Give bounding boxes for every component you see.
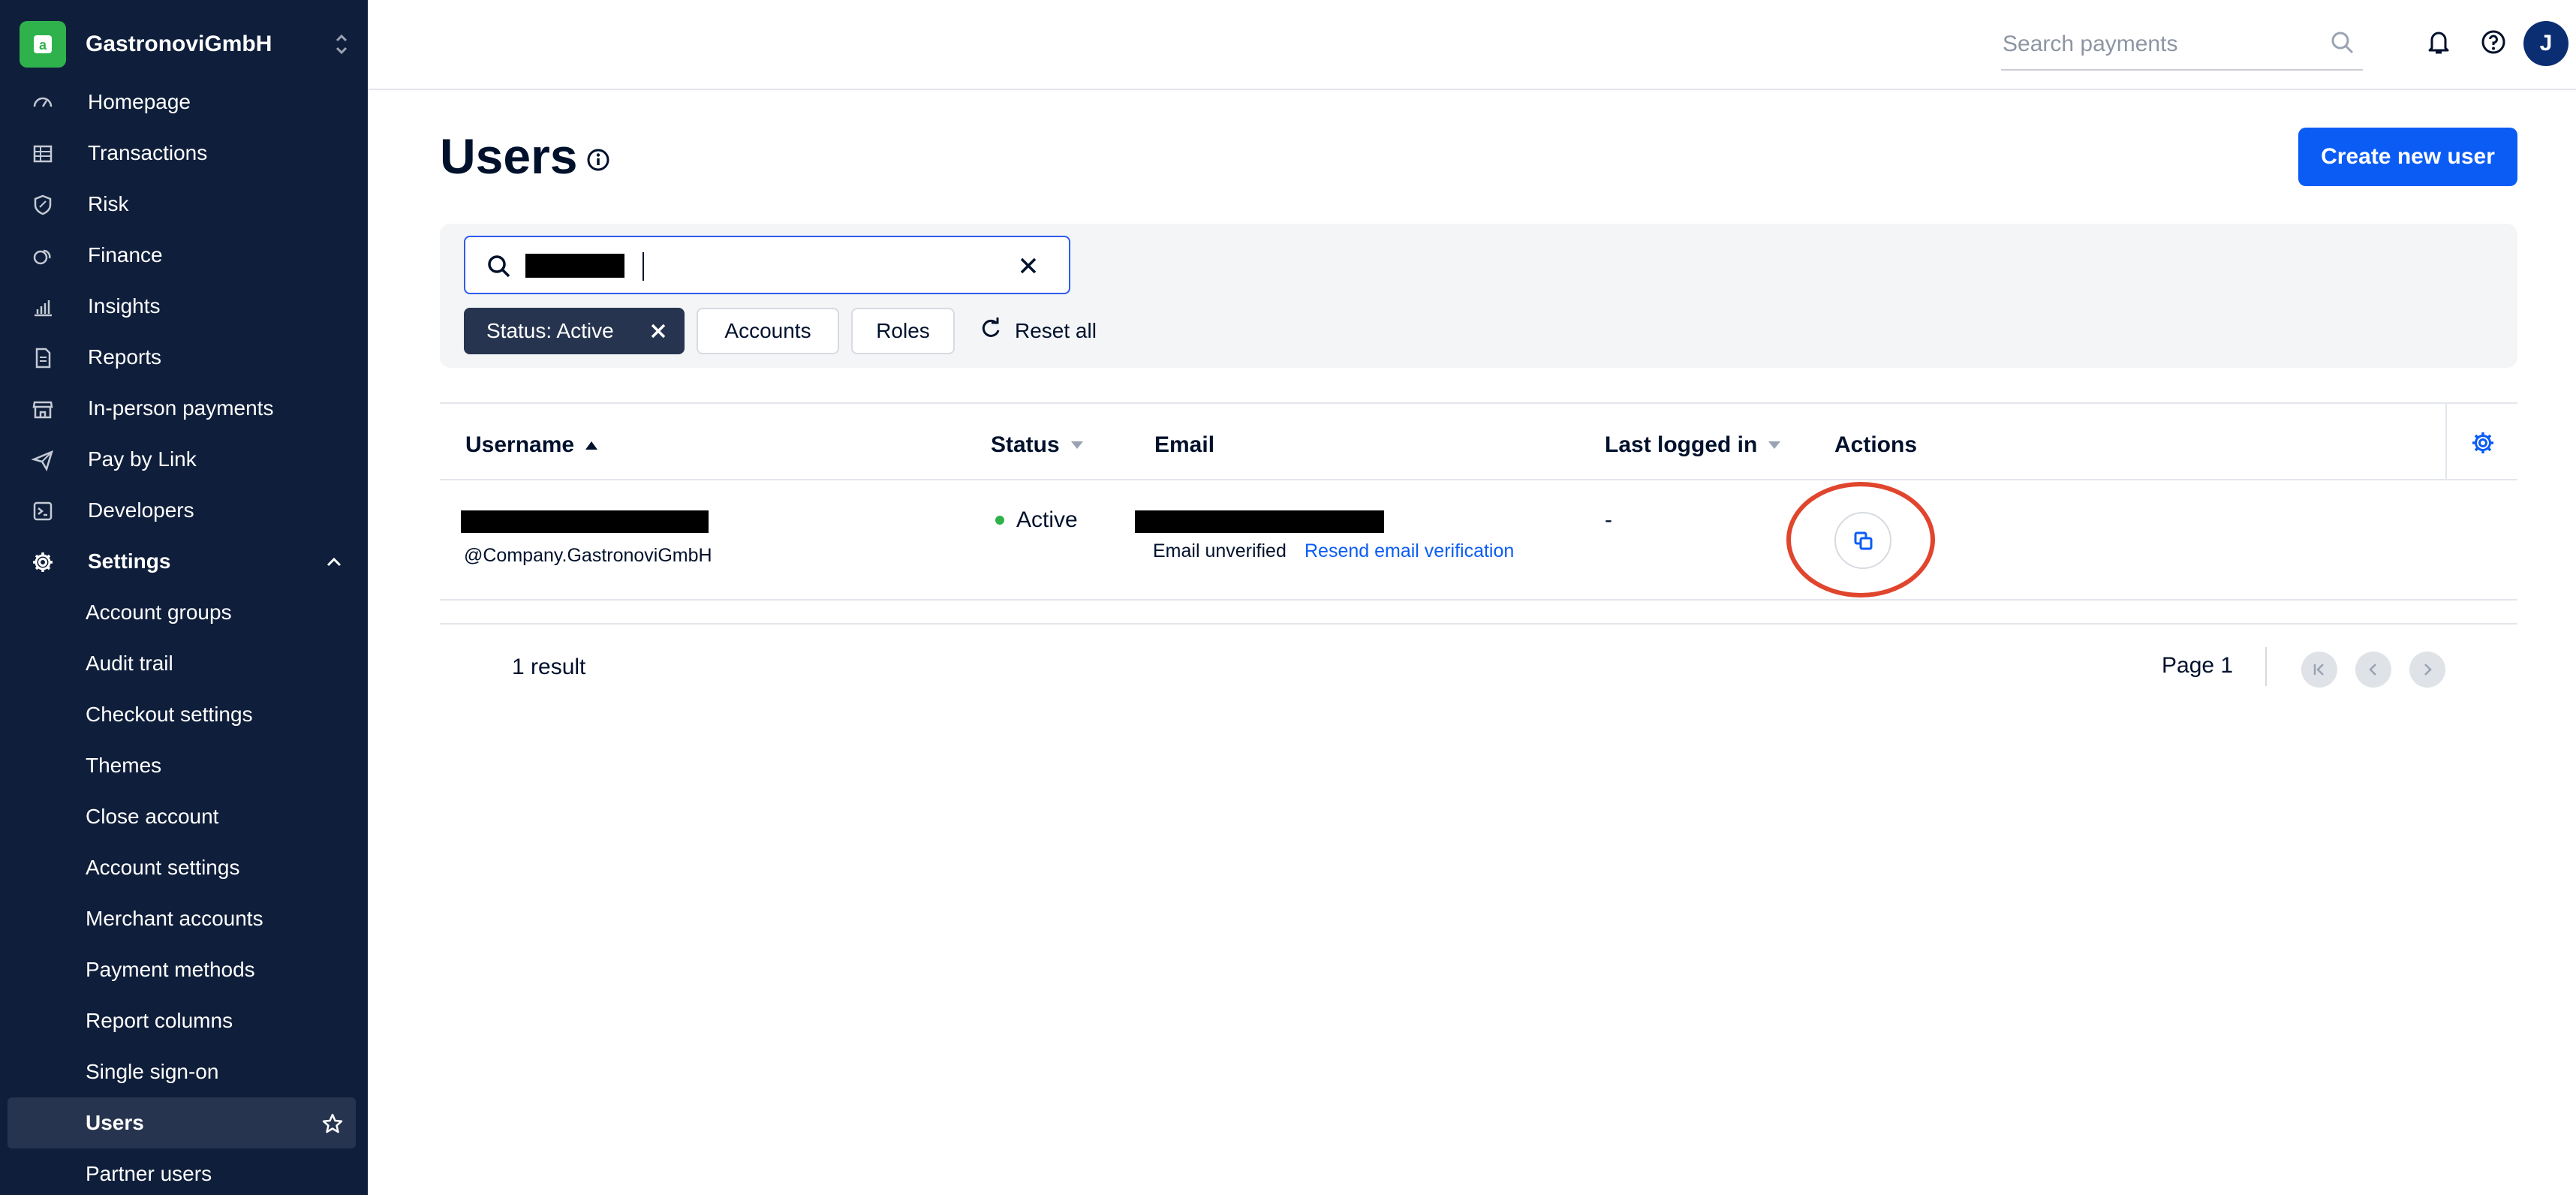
sidebar-item-in-person-payments[interactable]: In-person payments [0,383,368,434]
column-username[interactable]: Username [465,432,600,458]
sidebar-item-risk[interactable]: Risk [0,179,368,230]
sidebar-item-account-groups[interactable]: Account groups [0,587,368,638]
paper-plane-icon [31,449,54,472]
reset-all-label: Reset all [1015,319,1097,342]
sidebar-item-account-settings[interactable]: Account settings [0,842,368,893]
text-caret [642,252,644,281]
gear-icon [2471,431,2495,459]
reset-all-button[interactable]: Reset all [979,308,1097,354]
chevron-right-icon [2424,664,2432,676]
sidebar-item-finance[interactable]: Finance [0,230,368,281]
chevron-up-down-icon [333,32,350,61]
status-dot [995,516,1004,525]
first-page-button[interactable] [2301,652,2337,688]
search-icon[interactable] [2330,30,2355,59]
column-email: Email [1154,432,1215,457]
shield-icon [32,194,54,216]
sidebar-nav: Homepage Transactions Risk Finance Insig… [0,77,368,1195]
email-unverified-label: Email unverified [1153,540,1286,561]
sort-ascending-icon [583,432,600,458]
redacted-email [1135,510,1384,533]
table-row: @Company.GastronoviGmbH Active Email unv… [440,480,2517,601]
search-icon [486,254,512,283]
sidebar-item-reports[interactable]: Reports [0,332,368,383]
result-count: 1 result [512,655,586,679]
table-footer: 1 result Page 1 [440,623,2517,712]
sidebar-item-settings[interactable]: Settings [0,536,368,587]
merchant-switcher[interactable]: a GastronoviGmbH [20,21,350,68]
last-logged-in-value: - [1605,507,1612,532]
sidebar-item-transactions[interactable]: Transactions [0,128,368,179]
table-icon [32,143,54,165]
svg-text:a: a [39,38,47,53]
first-page-icon [2313,664,2324,676]
resend-email-verification-link[interactable]: Resend email verification [1305,540,1514,562]
filter-panel: Status: Active Accounts Roles Reset all [440,224,2517,368]
page-title: Users [440,128,578,184]
sidebar-item-themes[interactable]: Themes [0,740,368,791]
sidebar-item-users[interactable]: Users [8,1097,356,1148]
sidebar-item-pay-by-link[interactable]: Pay by Link [0,434,368,485]
search-payments [2001,21,2363,71]
sidebar-item-insights[interactable]: Insights [0,281,368,332]
redacted-username [461,510,709,533]
sidebar-item-checkout-settings[interactable]: Checkout settings [0,689,368,740]
sidebar: a GastronoviGmbH Homepage Transactions R… [0,0,368,1195]
refresh-icon [979,317,1003,346]
help-icon[interactable] [2480,29,2507,59]
page-label: Page 1 [2162,653,2234,678]
bell-icon[interactable] [2426,29,2451,59]
sidebar-item-merchant-accounts[interactable]: Merchant accounts [0,893,368,944]
chevron-left-icon [2369,664,2376,676]
gear-icon [32,551,54,573]
search-payments-input[interactable] [2001,27,2304,62]
column-last-logged-in[interactable]: Last logged in [1605,432,1783,458]
status-filter-chip[interactable]: Status: Active [464,308,685,354]
sidebar-item-audit-trail[interactable]: Audit trail [0,638,368,689]
table-settings[interactable] [2445,404,2517,480]
merchant-name: GastronoviGmbH [86,32,272,56]
sidebar-item-partner-users[interactable]: Partner users [0,1148,368,1195]
star-icon[interactable] [321,1112,344,1140]
coins-icon [32,245,54,267]
users-table: Username Status Email Last logged in Act… [440,402,2517,601]
close-icon[interactable] [1018,255,1039,280]
merchant-logo: a [20,21,66,68]
sidebar-item-developers[interactable]: Developers [0,485,368,536]
document-icon [32,347,54,369]
bar-chart-icon [32,296,54,318]
column-actions: Actions [1834,432,1918,457]
dashboard-icon [32,92,54,114]
highlight-circle [1786,482,1935,598]
status-badge: Active [995,507,1078,533]
chevron-up-icon [324,552,344,576]
status-filter-label: Status: Active [486,319,614,342]
create-new-user-button[interactable]: Create new user [2298,128,2517,186]
avatar[interactable]: J [2523,21,2568,66]
top-bar: J [368,0,2576,90]
divider [2265,647,2267,686]
table-header: Username Status Email Last logged in Act… [440,402,2517,480]
accounts-filter-button[interactable]: Accounts [697,308,839,354]
close-icon[interactable] [649,321,668,346]
info-icon[interactable] [585,147,611,176]
user-search-input[interactable] [464,236,1070,294]
store-icon [32,398,54,420]
username-company: @Company.GastronoviGmbH [464,545,712,566]
previous-page-button[interactable] [2355,652,2391,688]
sidebar-item-report-columns[interactable]: Report columns [0,995,368,1046]
sidebar-item-homepage[interactable]: Homepage [0,77,368,128]
sort-icon [1766,432,1783,458]
sort-icon [1069,432,1085,458]
next-page-button[interactable] [2409,652,2445,688]
sidebar-item-single-sign-on[interactable]: Single sign-on [0,1046,368,1097]
redacted-search-text [525,254,624,278]
sidebar-item-payment-methods[interactable]: Payment methods [0,944,368,995]
terminal-icon [32,500,54,522]
column-status[interactable]: Status [991,432,1085,458]
roles-filter-button[interactable]: Roles [851,308,955,354]
sidebar-item-close-account[interactable]: Close account [0,791,368,842]
